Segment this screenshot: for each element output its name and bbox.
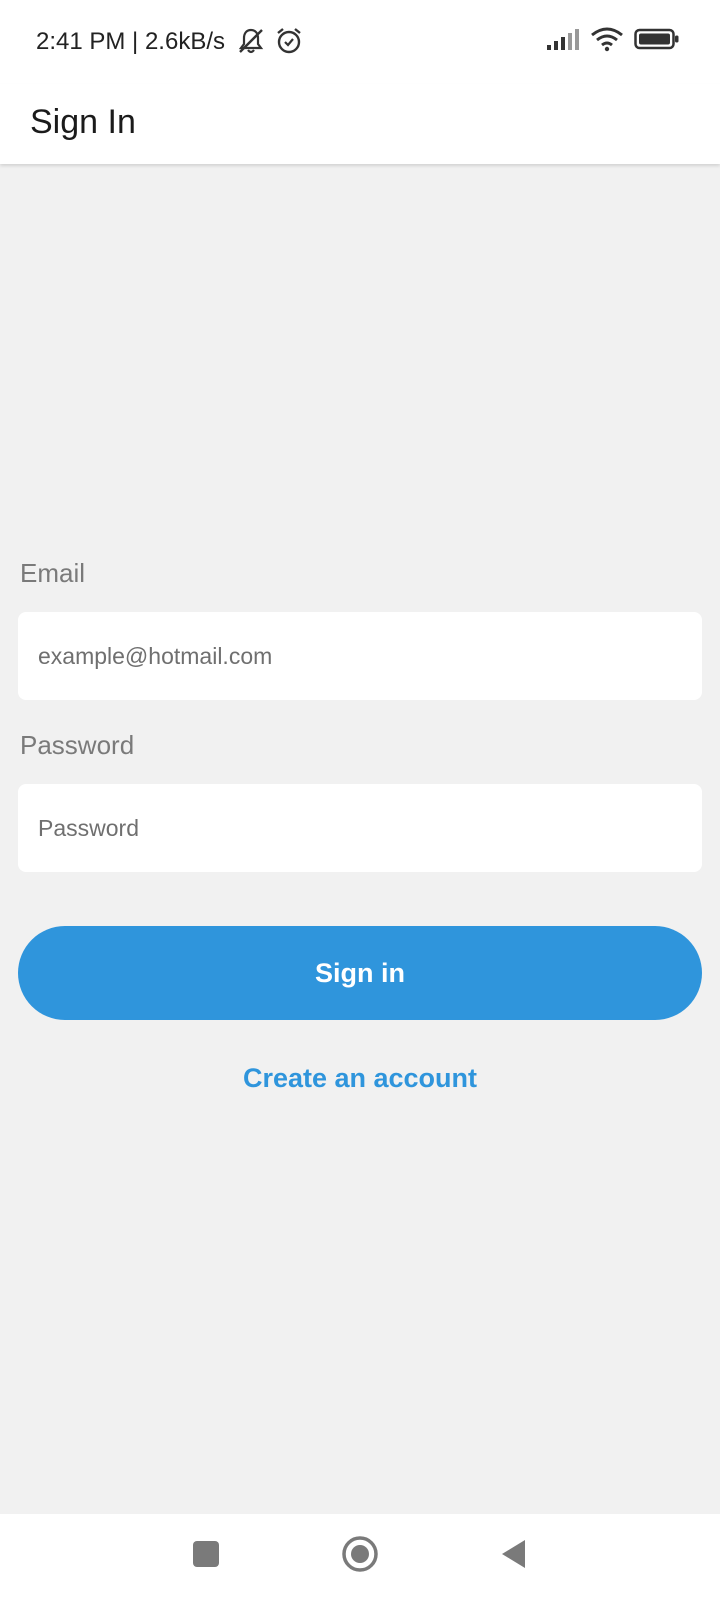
home-button[interactable]	[340, 1535, 380, 1578]
status-icons-left	[236, 26, 304, 61]
password-label: Password	[20, 730, 135, 760]
email-label: Email	[20, 558, 86, 588]
recents-button[interactable]	[186, 1536, 226, 1576]
home-icon	[341, 1535, 379, 1578]
back-button[interactable]	[494, 1536, 534, 1576]
email-field[interactable]	[36, 641, 684, 671]
status-icons-right	[546, 26, 680, 57]
back-icon	[499, 1538, 529, 1575]
navigation-bar	[0, 1514, 720, 1600]
app-bar: Sign In	[0, 84, 720, 164]
wifi-icon	[590, 26, 624, 57]
recents-icon	[192, 1540, 220, 1573]
status-bar: 2:41 PM | 2.6kB/s	[0, 0, 720, 84]
alarm-icon	[274, 26, 304, 61]
email-field-container	[18, 612, 702, 700]
status-time: 2:41 PM | 2.6kB/s	[36, 28, 225, 55]
battery-icon	[634, 27, 680, 56]
password-field[interactable]	[36, 813, 684, 843]
create-account-link[interactable]: Create an account	[0, 1058, 720, 1098]
password-field-container	[18, 784, 702, 872]
bell-off-icon	[236, 26, 266, 61]
signal-icon	[546, 27, 580, 56]
sign-in-button[interactable]: Sign in	[18, 926, 702, 1020]
screen: 2:41 PM | 2.6kB/s Sign In Email example@…	[0, 0, 720, 1600]
page-title: Sign In	[30, 103, 136, 141]
